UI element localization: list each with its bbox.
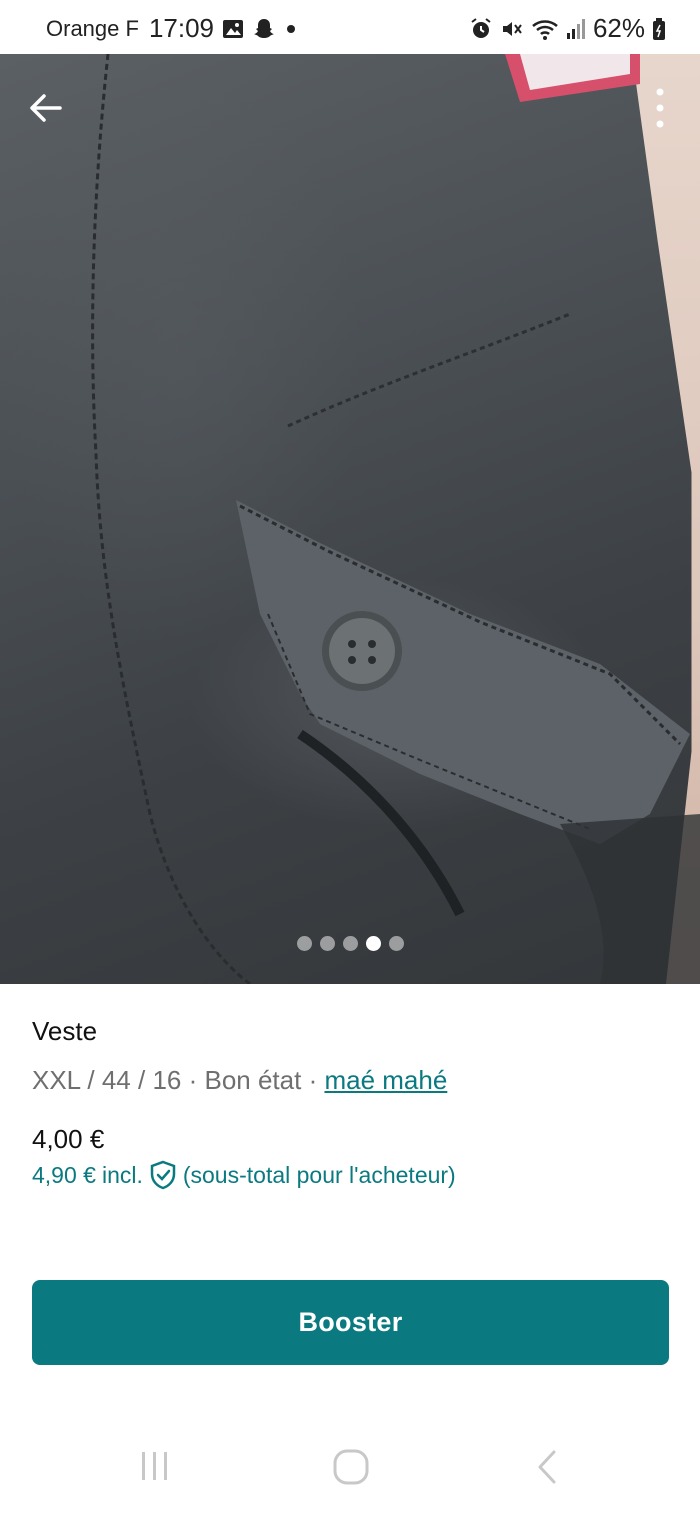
buyer-price: 4,90 €	[32, 1161, 96, 1188]
incl-label: incl.	[101, 1161, 143, 1188]
snapchat-icon	[252, 17, 276, 41]
gallery-pagination	[0, 936, 700, 951]
buyer-note: (sous-total pour l'acheteur)	[182, 1161, 456, 1188]
battery-icon	[652, 17, 666, 41]
meta-separator: ·	[301, 1065, 325, 1095]
gallery-dot-active[interactable]	[365, 936, 381, 951]
gallery-dot[interactable]	[296, 936, 312, 951]
item-meta: XXL / 44 / 16 · Bon état · maé mahé	[32, 1065, 672, 1096]
product-photo	[91, 54, 700, 984]
signal-icon	[566, 18, 586, 40]
item-title: Veste	[32, 1016, 98, 1046]
system-navigation-bar	[0, 1430, 700, 1517]
alarm-icon	[469, 17, 493, 41]
mute-icon	[500, 17, 524, 41]
gallery-dot[interactable]	[388, 936, 404, 951]
carrier-label: Orange F	[46, 15, 139, 41]
gallery-icon	[222, 18, 244, 40]
item-price: 4,00 €	[32, 1124, 105, 1154]
brand-link[interactable]: maé mahé	[324, 1065, 447, 1095]
battery-percentage: 62%	[592, 13, 645, 43]
wifi-icon	[531, 17, 559, 41]
gallery-dot[interactable]	[319, 936, 335, 951]
gallery-dot[interactable]	[342, 936, 358, 951]
clock: 17:09	[148, 13, 215, 43]
product-photo-gallery[interactable]	[0, 54, 700, 984]
back-arrow-icon[interactable]	[26, 88, 66, 128]
booster-button[interactable]: Booster	[32, 1280, 669, 1365]
notification-dot-icon	[284, 22, 298, 36]
buyer-protection-shield-icon	[150, 1160, 176, 1190]
back-nav-icon[interactable]	[532, 1448, 562, 1486]
more-options-icon[interactable]	[650, 86, 670, 130]
buyer-price-line[interactable]: 4,90 € incl. (sous-total pour l'acheteur…	[32, 1160, 456, 1190]
item-size: XXL / 44 / 16	[32, 1065, 182, 1095]
item-details: Veste XXL / 44 / 16 · Bon état · maé mah…	[32, 1016, 672, 1096]
item-condition: Bon état	[204, 1065, 302, 1095]
recent-apps-icon[interactable]	[138, 1448, 172, 1484]
meta-separator: ·	[181, 1065, 205, 1095]
status-bar: Orange F 17:09 62%	[0, 0, 700, 54]
home-icon[interactable]	[332, 1448, 370, 1486]
